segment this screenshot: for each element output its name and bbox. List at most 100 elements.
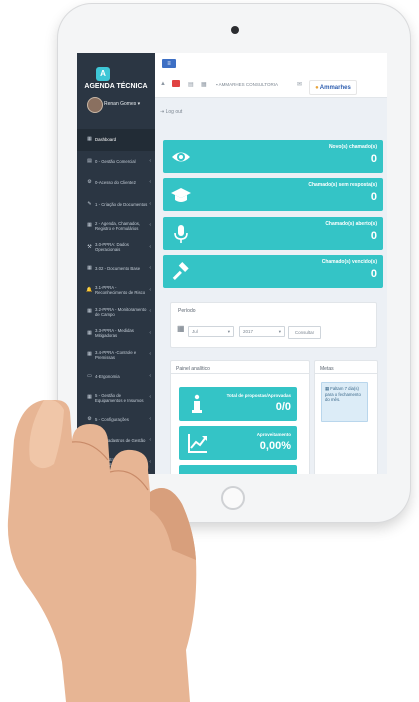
menu-toggle-button[interactable]: ≡ <box>162 59 176 68</box>
sidebar-item-label: 2 - Agenda, Chamados, Registro e Formulá… <box>95 220 141 231</box>
graduation-cap-icon <box>171 188 191 202</box>
month-select[interactable]: Jul ▾ <box>188 326 234 337</box>
stat-card-novos[interactable]: Novo(s) chamado(s) 0 <box>163 140 383 173</box>
list-icon: ▤ <box>87 157 92 164</box>
mail-icon[interactable]: ✉ <box>297 81 302 88</box>
chevron-left-icon: ‹ <box>149 200 151 207</box>
metric-title: Total de propostas/Aprovadas <box>226 393 291 398</box>
top-navbar: ≡ ▲ ▤ ▦ ▪ AMMARHES CONSULTORIA ✉ ● Ammarh… <box>155 53 387 98</box>
sidebar-item-label: 3.0-PPRA: Dados Operacionais <box>95 242 129 253</box>
sidebar-item[interactable]: ▦ 3.3-PPRA - Medidas Mitigadoras ‹ <box>77 323 155 345</box>
calendar-icon: ▦ <box>177 324 185 333</box>
company-logo-text: Ammarhes <box>319 84 351 91</box>
logout-icon: ⇥ <box>160 109 165 115</box>
sidebar-item[interactable]: ▦ Dashboard <box>77 129 155 151</box>
sidebar-item[interactable]: ▤ 0 - Gestão Comercial ‹ <box>77 151 155 173</box>
divider <box>315 373 377 374</box>
year-value: 2017 <box>243 329 254 334</box>
caret-down-icon: ▾ <box>137 101 141 107</box>
card-title: Chamado(s) vencido(s) <box>321 259 377 265</box>
calendar-icon[interactable]: ▦ <box>201 81 207 88</box>
logout-link[interactable]: ⇥ Log out <box>160 109 182 115</box>
hamburger-icon: ≡ <box>167 60 171 67</box>
periodo-panel: Período ▦ Jul ▾ 2017 ▾ Consultar <box>170 302 377 348</box>
table-icon: ▦ <box>87 222 92 229</box>
stat-card-sem-resposta[interactable]: Chamado(s) sem resposta(s) 0 <box>163 178 383 211</box>
company-name[interactable]: ▪ AMMARHES CONSULTORIA <box>216 82 278 87</box>
notification-badge[interactable] <box>172 80 180 87</box>
metric-title: Aproveitamento <box>256 432 291 437</box>
user-name: Renan Gomes <box>104 101 137 107</box>
card-title: Novo(s) chamado(s) <box>328 144 377 150</box>
chevron-left-icon: ‹ <box>149 222 151 229</box>
sidebar-item[interactable]: ✎ 1 - Criação de Documentos ‹ <box>77 194 155 216</box>
monitor-icon: ▭ <box>87 372 92 379</box>
sidebar-item[interactable]: ▭ 4-Ergonomia ‹ <box>77 366 155 388</box>
stat-card-abertos[interactable]: Chamado(s) aberto(s) 0 <box>163 217 383 250</box>
chevron-left-icon: ‹ <box>149 265 151 272</box>
table-icon: ▦ <box>87 329 92 336</box>
pencil-icon: ✎ <box>87 200 92 207</box>
company-logo: ● Ammarhes <box>309 80 357 95</box>
metas-text: Faltam 7 dia(s) para o fechamento do mês… <box>325 386 361 402</box>
sidebar-item-label: 1 - Criação de Documentos <box>95 201 148 207</box>
sidebar-item-label: 0-Acesso do Cliente2 <box>95 180 136 186</box>
sidebar-item[interactable]: ▦ 3.4-PPRA -Controle e Premissas ‹ <box>77 344 155 366</box>
metric-value: 0/0 <box>275 401 291 413</box>
metas-title: Metas <box>320 366 334 372</box>
dashboard-icon: ▦ <box>87 136 92 143</box>
sidebar-item-label: 3.4-PPRA -Controle e Premissas <box>95 349 137 360</box>
sidebar-item[interactable]: ⚒ 3.0-PPRA: Dados Operacionais ‹ <box>77 237 155 259</box>
calendar-icon: ▦ <box>325 386 330 391</box>
chevron-left-icon: ‹ <box>149 286 151 293</box>
periodo-title: Período <box>178 308 196 314</box>
gavel-icon <box>172 262 189 280</box>
list-icon[interactable]: ▤ <box>188 81 194 88</box>
logo-mark-icon: ● <box>315 84 319 91</box>
table-icon: ▦ <box>87 308 92 315</box>
sidebar-item-label: 0 - Gestão Comercial <box>95 158 136 164</box>
chevron-left-icon: ‹ <box>149 308 151 315</box>
card-value: 0 <box>370 230 377 242</box>
divider <box>171 373 309 374</box>
chevron-left-icon: ‹ <box>149 243 151 250</box>
stat-card-vencidos[interactable]: Chamado(s) vencido(s) 0 <box>163 255 383 288</box>
year-select[interactable]: 2017 ▾ <box>239 326 285 337</box>
warning-icon[interactable]: ▲ <box>160 81 166 87</box>
chevron-left-icon: ‹ <box>149 179 151 186</box>
camera-icon <box>231 26 239 34</box>
bell-icon: 🔔 <box>86 286 93 293</box>
sidebar-item[interactable]: ▦ 3.02 - Documento Base ‹ <box>77 258 155 280</box>
chevron-left-icon: ‹ <box>149 351 151 358</box>
sidebar-item[interactable]: ⚙ 0-Acesso do Cliente2 ‹ <box>77 172 155 194</box>
sidebar-item[interactable]: ▦ 3.2-PPRA - Monitoramento de Campo ‹ <box>77 301 155 323</box>
chevron-left-icon: ‹ <box>149 372 151 379</box>
metric-value: 0,00% <box>259 440 291 452</box>
sidebar-item-label: 3.2-PPRA - Monitoramento de Campo <box>95 306 147 317</box>
avatar[interactable] <box>87 97 103 113</box>
sidebar-item[interactable]: ▦ 2 - Agenda, Chamados, Registro e Formul… <box>77 215 155 237</box>
chevron-left-icon: ‹ <box>149 329 151 336</box>
eye-icon <box>172 152 190 162</box>
brand-title: AGENDA TÉCNICA <box>84 83 148 90</box>
company-label: AMMARHES CONSULTORIA <box>218 82 278 87</box>
month-value: Jul <box>192 329 198 334</box>
sidebar-item-label: Dashboard <box>95 137 117 143</box>
caret-down-icon: ▾ <box>278 328 281 334</box>
sidebar-item-label: 3.02 - Documento Base <box>95 266 141 272</box>
user-menu[interactable]: Renan Gomes ▾ <box>104 101 140 107</box>
microphone-icon <box>174 225 188 243</box>
sidebar-item[interactable]: 🔔 3.1-PPRA - Reconhecimento de Risco ‹ <box>77 280 155 302</box>
panel-title: Painel analítico <box>176 366 210 372</box>
card-value: 0 <box>370 153 377 165</box>
metas-alert: ▦ Faltam 7 dia(s) para o fechamento do m… <box>321 382 368 422</box>
hand-image <box>7 400 197 702</box>
logout-label: Log out <box>165 109 183 115</box>
card-value: 0 <box>370 268 377 280</box>
building-icon: ▪ <box>216 82 218 87</box>
consultar-button[interactable]: Consultar <box>288 326 321 339</box>
gear-icon: ⚙ <box>87 179 92 186</box>
table-icon: ▦ <box>87 351 92 358</box>
card-value: 0 <box>370 191 377 203</box>
wrench-icon: ⚒ <box>87 243 92 250</box>
